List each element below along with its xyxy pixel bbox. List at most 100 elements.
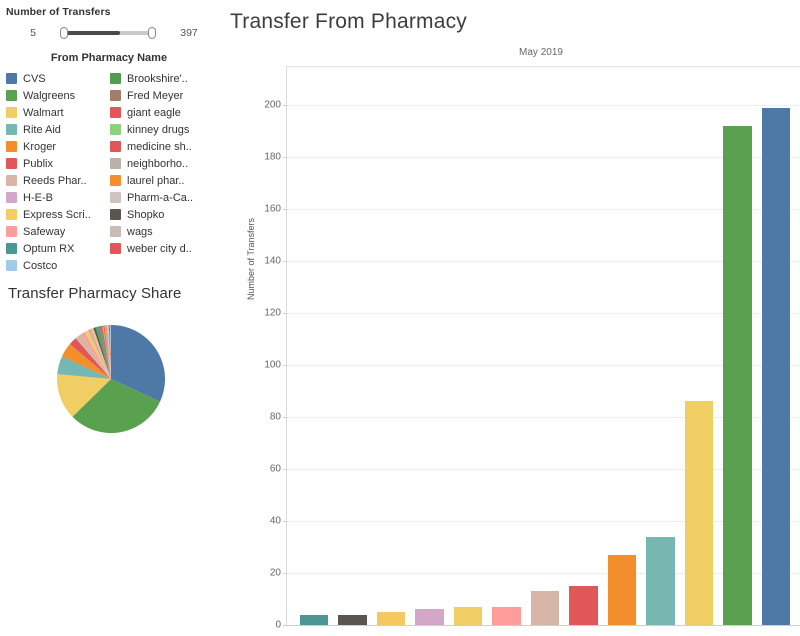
- legend-item-label: Pharm-a-Ca..: [127, 191, 194, 204]
- legend-item[interactable]: laurel phar..: [110, 172, 214, 189]
- slider-fill: [66, 31, 120, 35]
- y-axis-tick-mark: [283, 261, 287, 262]
- x-axis-line: [287, 625, 800, 626]
- legend-color-swatch: [6, 243, 17, 254]
- legend-item-label: laurel phar..: [127, 174, 185, 187]
- bar[interactable]: [415, 609, 444, 625]
- legend-item[interactable]: Pharm-a-Ca..: [110, 189, 214, 206]
- legend-item[interactable]: Fred Meyer: [110, 87, 214, 104]
- legend-color-swatch: [110, 175, 121, 186]
- y-axis-tick-mark: [283, 105, 287, 106]
- y-axis-tick-mark: [283, 573, 287, 574]
- legend-item-label: Express Scri..: [23, 208, 91, 221]
- bar[interactable]: [607, 554, 637, 625]
- legend-item[interactable]: Kroger: [6, 138, 110, 155]
- y-axis-tick-label: 0: [275, 619, 281, 631]
- legend-item[interactable]: Shopko: [110, 206, 214, 223]
- bar[interactable]: [492, 606, 521, 625]
- legend-item[interactable]: Publix: [6, 155, 110, 172]
- legend-column-2: Brookshire'.. Fred Meyer giant eagle kinney…: [110, 70, 214, 274]
- legend-color-swatch: [110, 73, 121, 84]
- bar[interactable]: [684, 401, 714, 625]
- y-axis-tick-mark: [283, 157, 287, 158]
- legend-color-swatch: [6, 107, 17, 118]
- slider-handle-right[interactable]: [148, 27, 156, 39]
- legend-color-swatch: [110, 90, 121, 101]
- filter-title: Number of Transfers: [6, 6, 111, 18]
- legend-color-swatch: [6, 226, 17, 237]
- number-of-transfers-filter: Number of Transfers 5 397: [6, 6, 212, 42]
- legend-item-label: kinney drugs: [127, 123, 190, 136]
- legend-item-label: Reeds Phar..: [23, 174, 87, 187]
- pie-chart-title: Transfer Pharmacy Share: [8, 285, 182, 302]
- legend-color-swatch: [6, 260, 17, 271]
- panel-header: May 2019: [286, 46, 800, 67]
- legend-item-label: CVS: [23, 72, 46, 85]
- legend-item-label: Costco: [23, 259, 58, 272]
- slider-handle-left[interactable]: [60, 27, 68, 39]
- legend-item-label: Shopko: [127, 208, 165, 221]
- bar[interactable]: [569, 586, 598, 625]
- legend-color-swatch: [110, 141, 121, 152]
- legend-item[interactable]: CVS: [6, 70, 110, 87]
- legend-item[interactable]: Safeway: [6, 223, 110, 240]
- legend-item[interactable]: Optum RX: [6, 240, 110, 257]
- legend-item[interactable]: Express Scri..: [6, 206, 110, 223]
- range-slider[interactable]: 5 397: [6, 24, 212, 42]
- legend-color-swatch: [6, 124, 17, 135]
- left-sidebar: Number of Transfers 5 397 From Pharmacy …: [0, 0, 218, 636]
- legend-item[interactable]: Rite Aid: [6, 121, 110, 138]
- legend-item[interactable]: weber city d..: [110, 240, 214, 257]
- pie-chart-svg: [56, 324, 166, 434]
- bar[interactable]: [530, 591, 560, 625]
- y-axis-tick-label: 80: [269, 411, 281, 423]
- legend-item-label: weber city d..: [127, 242, 192, 255]
- bar[interactable]: [761, 107, 790, 625]
- legend-color-swatch: [110, 209, 121, 220]
- legend-item[interactable]: kinney drugs: [110, 121, 214, 138]
- legend-color-swatch: [110, 226, 121, 237]
- y-axis-title: Number of Transfers: [246, 217, 256, 300]
- legend-item[interactable]: Walmart: [6, 104, 110, 121]
- legend-columns: CVS Walgreens Walmart Rite Aid Kroger Publix R…: [0, 70, 218, 274]
- legend-color-swatch: [6, 192, 17, 203]
- legend-item-label: medicine sh..: [127, 140, 192, 153]
- legend-item[interactable]: giant eagle: [110, 104, 214, 121]
- bar-chart-panel: Transfer From Pharmacy May 2019 Number o…: [218, 0, 800, 636]
- legend-item[interactable]: neighborho..: [110, 155, 214, 172]
- pie-chart[interactable]: [56, 324, 166, 434]
- legend-item[interactable]: Costco: [6, 257, 110, 274]
- legend-item-label: Kroger: [23, 140, 57, 153]
- y-axis-tick-label: 180: [264, 151, 281, 163]
- legend-title: From Pharmacy Name: [50, 52, 168, 64]
- bar[interactable]: [300, 614, 329, 625]
- legend-item-label: Rite Aid: [23, 123, 61, 136]
- legend-color-swatch: [110, 192, 121, 203]
- legend-item-label: Brookshire'..: [127, 72, 188, 85]
- bar[interactable]: [376, 612, 406, 625]
- legend-item[interactable]: Reeds Phar..: [6, 172, 110, 189]
- gridline: [287, 105, 800, 106]
- legend-item[interactable]: H-E-B: [6, 189, 110, 206]
- bar[interactable]: [723, 125, 752, 625]
- legend-item[interactable]: Brookshire'..: [110, 70, 214, 87]
- legend-color-swatch: [6, 73, 17, 84]
- legend-item-label: giant eagle: [127, 106, 181, 119]
- legend-item[interactable]: Walgreens: [6, 87, 110, 104]
- legend-color-swatch: [110, 124, 121, 135]
- bar[interactable]: [646, 536, 675, 625]
- legend-item[interactable]: wags: [110, 223, 214, 240]
- bar[interactable]: [453, 606, 483, 625]
- y-axis-tick-label: 160: [264, 203, 281, 215]
- plot-area: 0 20 40 60 80 100 120 140 160 180 200: [264, 67, 800, 631]
- legend-color-swatch: [6, 90, 17, 101]
- y-axis-tick-mark: [283, 417, 287, 418]
- bar[interactable]: [338, 614, 367, 625]
- legend-color-swatch: [110, 243, 121, 254]
- legend-item[interactable]: medicine sh..: [110, 138, 214, 155]
- pharmacy-legend: From Pharmacy Name CVS Walgreens Walmart Ri…: [0, 52, 218, 274]
- slider-track-wrap[interactable]: [60, 24, 156, 42]
- panel-header-label: May 2019: [519, 47, 563, 58]
- legend-item-label: Publix: [23, 157, 53, 170]
- y-axis-tick-label: 60: [269, 463, 281, 475]
